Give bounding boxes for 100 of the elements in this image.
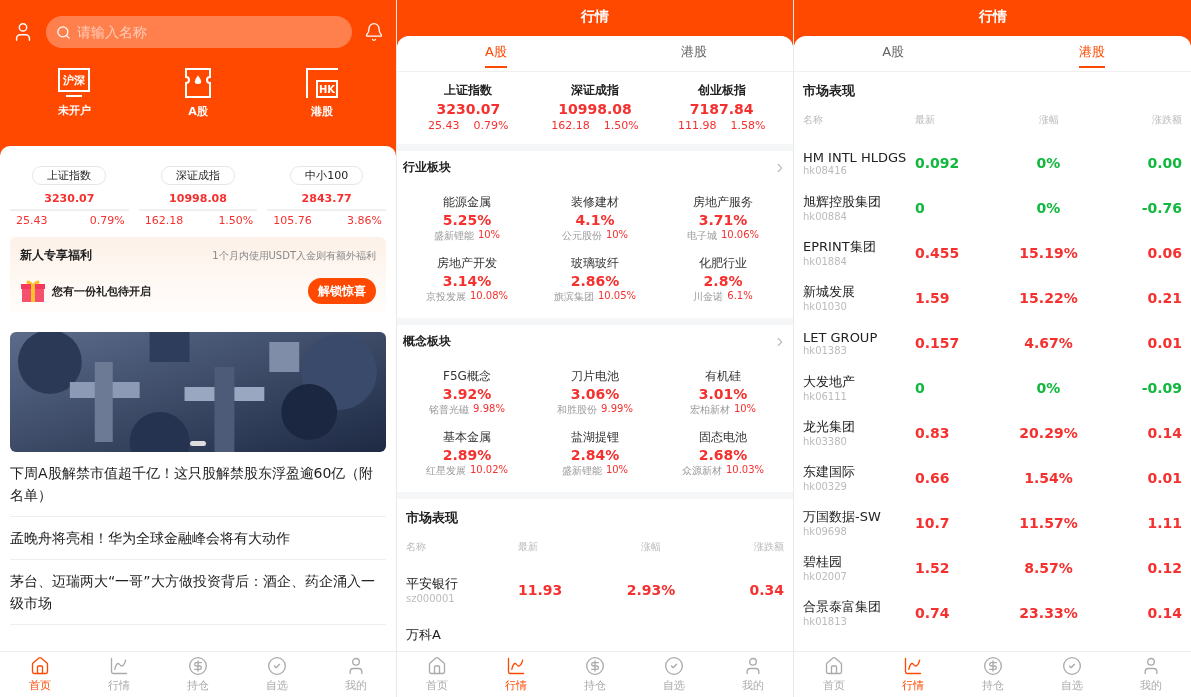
search-icon: [56, 25, 71, 40]
index-value: 3230.07: [436, 101, 501, 117]
latest-price: 1.52: [915, 559, 951, 576]
sector-percent: 2.84%: [570, 447, 620, 463]
index-percent: 1.50%: [603, 119, 639, 132]
leading-percent: 10.06%: [720, 229, 760, 242]
stock-name[interactable]: 新城发展: [803, 283, 915, 301]
stock-name[interactable]: 碧桂园: [803, 553, 915, 571]
sector-percent: 3.92%: [442, 386, 492, 402]
index-change: 162.18: [551, 119, 590, 132]
sector-name[interactable]: 基本金属: [443, 429, 491, 446]
ticket-icon: [182, 68, 214, 98]
stock-name[interactable]: 旭辉控股集团: [803, 193, 915, 211]
sector-name[interactable]: 盐湖提锂: [571, 429, 619, 446]
notification-icon[interactable]: [364, 22, 384, 42]
change-amount: 0.21: [1146, 289, 1182, 306]
index-percent: 1.58%: [730, 119, 766, 132]
index-change: 25.43: [428, 119, 460, 132]
sector-percent: 2.89%: [442, 447, 492, 463]
promo-subtitle: 1个月内使用USDT入金则有额外福利: [212, 248, 376, 263]
sector-name[interactable]: 能源金属: [443, 194, 491, 211]
sector-name[interactable]: 有机硅: [705, 368, 741, 385]
news-headline[interactable]: 茅台、迈瑞两大“一哥”大方做投资背后：酒企、药企涌入一级市场: [10, 560, 386, 625]
sector-name[interactable]: 固态电池: [699, 429, 747, 446]
leading-percent: 10%: [605, 229, 629, 242]
nav-tab[interactable]: 行情: [476, 652, 556, 697]
change-percent: 0%: [1035, 199, 1062, 216]
sector-name[interactable]: 房地产开发: [437, 255, 497, 272]
index-value: 7187.84: [689, 101, 754, 117]
sector-name[interactable]: 装修建材: [571, 194, 619, 211]
sector-name[interactable]: 刀片电池: [571, 368, 619, 385]
section-title: 市场表现: [406, 509, 459, 527]
section-title: 市场表现: [803, 82, 856, 100]
sector-percent: 3.06%: [570, 386, 620, 402]
stock-name[interactable]: 万国数据-SW: [803, 508, 915, 526]
home-icon: [823, 656, 844, 676]
stock-name[interactable]: 万科A: [406, 625, 518, 644]
leading-percent: 6.1%: [727, 290, 753, 303]
change-amount: -0.76: [1140, 199, 1182, 216]
leading-stock: 和胜股份: [557, 403, 598, 417]
column-header: 最新: [518, 540, 539, 554]
sector-name[interactable]: 玻璃玻纤: [571, 255, 619, 272]
column-header: 名称: [406, 540, 427, 554]
home-icon: [29, 656, 50, 676]
leading-percent: 10.02%: [469, 464, 509, 477]
leading-stock: 盛新锂能: [433, 229, 474, 243]
check-icon: [267, 656, 288, 676]
stock-name[interactable]: 大发地产: [803, 373, 915, 391]
sector-percent: 4.1%: [575, 212, 615, 228]
sector-name[interactable]: 房地产服务: [693, 194, 753, 211]
leading-stock: 公元股份: [561, 229, 602, 243]
nav-tab[interactable]: 行情: [873, 652, 953, 697]
latest-price: 0.83: [915, 424, 951, 441]
leading-stock: 川金诺: [693, 290, 724, 304]
sector-percent: 5.25%: [442, 212, 492, 228]
change-percent: 15.19%: [1018, 244, 1079, 261]
stock-name[interactable]: 平安银行: [406, 575, 518, 593]
index-percent: 0.79%: [473, 119, 509, 132]
check-icon: [1061, 656, 1082, 676]
sector-name[interactable]: F5G概念: [443, 368, 491, 385]
carousel-indicator: [190, 441, 206, 446]
nav-tab[interactable]: 首页: [0, 652, 80, 697]
change-percent: 20.29%: [1018, 424, 1079, 441]
stock-name[interactable]: HM INTL HLDGS: [803, 149, 915, 165]
change-percent: 4.67%: [1023, 334, 1074, 351]
stock-name[interactable]: 龙光集团: [803, 418, 915, 436]
sector-percent: 2.68%: [698, 447, 748, 463]
stock-code: hk01030: [803, 301, 848, 312]
leading-stock: 旗滨集团: [553, 290, 594, 304]
stock-code: hk00329: [803, 481, 848, 492]
change-percent: 15.22%: [1018, 289, 1079, 306]
index-percent: 1.50%: [218, 214, 254, 227]
latest-price: 11.93: [518, 581, 564, 598]
stock-code: hk01813: [803, 616, 848, 627]
change-amount: 0.01: [1146, 469, 1182, 486]
sector-percent: 3.71%: [698, 212, 748, 228]
sector-name[interactable]: 化肥行业: [699, 255, 747, 272]
stock-name[interactable]: 合景泰富集团: [803, 598, 915, 616]
sector-percent: 3.14%: [442, 273, 492, 289]
index-change: 105.76: [273, 214, 312, 227]
stock-name[interactable]: 东建国际: [803, 463, 915, 481]
chart-icon: [903, 656, 924, 676]
index-name: 创业板指: [697, 82, 746, 99]
leading-percent: 10%: [605, 464, 629, 477]
hk-badge: HK: [306, 68, 338, 98]
change-amount: 0.12: [1146, 559, 1182, 576]
change-amount: 0.01: [1146, 334, 1182, 351]
leading-percent: 9.99%: [601, 403, 633, 416]
news-headline[interactable]: 下周A股解禁市值超千亿！这只股解禁股东浮盈逾60亿（附名单）: [10, 452, 386, 517]
stock-code: hk09698: [803, 526, 848, 537]
chart-icon: [108, 656, 129, 676]
stock-name[interactable]: EPRINT集团: [803, 238, 915, 256]
leading-stock: 众源新材: [681, 464, 722, 478]
latest-price: 0: [915, 199, 926, 216]
change-percent: 0%: [1035, 154, 1062, 171]
index-percent: 0.79%: [89, 214, 125, 227]
index-name: 深证成指: [161, 166, 235, 185]
news-headline[interactable]: 孟晚舟将亮相！华为全球金融峰会将有大动作: [10, 517, 386, 560]
column-header: 涨幅: [640, 540, 662, 554]
stock-name[interactable]: LET GROUP: [803, 329, 915, 345]
